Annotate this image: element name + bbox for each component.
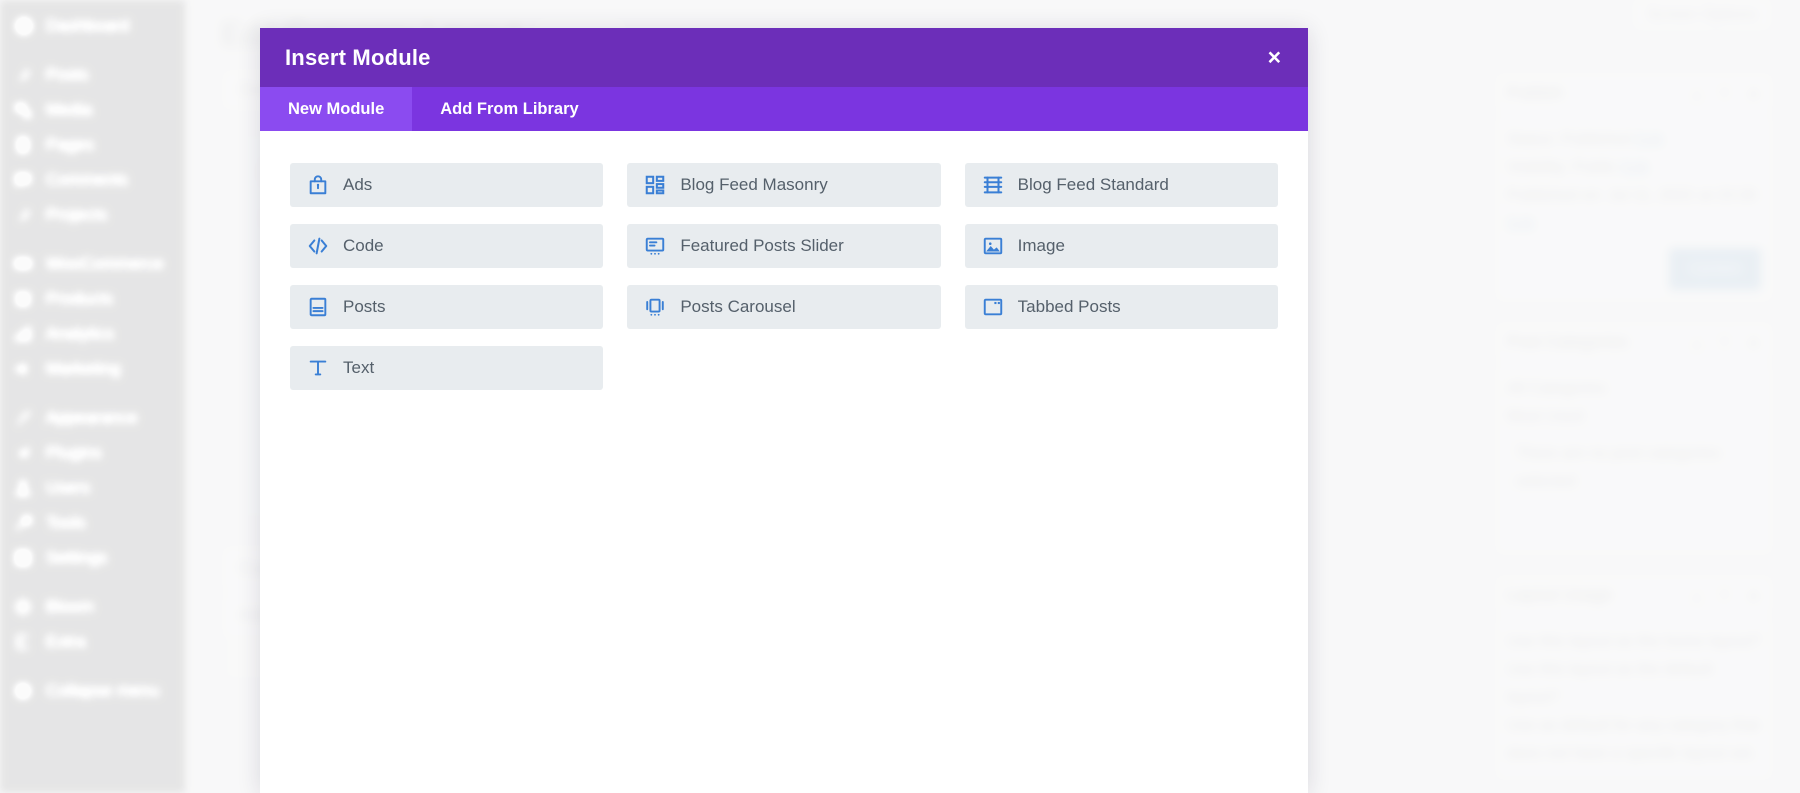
module-item-blog-feed-standard[interactable]: Blog Feed Standard <box>964 163 1278 207</box>
list-rows-icon <box>981 173 1005 197</box>
tab-add-from-library[interactable]: Add From Library <box>412 87 606 131</box>
document-lines-icon <box>306 295 330 319</box>
module-item-blog-feed-masonry[interactable]: Blog Feed Masonry <box>627 163 941 207</box>
code-brackets-icon <box>306 234 330 258</box>
module-item-ads[interactable]: Ads <box>290 163 604 207</box>
modal-header: Insert Module × <box>260 28 1308 87</box>
module-item-featured-posts-slider[interactable]: Featured Posts Slider <box>627 224 941 268</box>
module-grid: Ads Blog Feed Masonry Blog Feed Standard… <box>290 163 1278 390</box>
tab-new-module[interactable]: New Module <box>260 87 413 131</box>
carousel-icon <box>643 295 667 319</box>
module-item-image[interactable]: Image <box>964 224 1278 268</box>
module-label: Image <box>1017 236 1065 255</box>
modal-body: Ads Blog Feed Masonry Blog Feed Standard… <box>260 131 1308 793</box>
module-item-code[interactable]: Code <box>290 224 604 268</box>
module-label: Text <box>343 358 375 377</box>
module-label: Ads <box>343 175 373 194</box>
module-label: Posts <box>343 297 386 316</box>
slider-icon <box>643 234 667 258</box>
close-icon[interactable]: × <box>1266 42 1283 73</box>
tabbed-window-icon <box>981 295 1005 319</box>
module-item-posts-carousel[interactable]: Posts Carousel <box>627 285 941 329</box>
module-item-posts[interactable]: Posts <box>290 285 604 329</box>
masonry-grid-icon <box>643 173 667 197</box>
module-item-text[interactable]: Text <box>290 346 604 390</box>
module-label: Blog Feed Masonry <box>680 175 828 194</box>
module-label: Tabbed Posts <box>1017 297 1121 316</box>
module-item-tabbed-posts[interactable]: Tabbed Posts <box>964 285 1278 329</box>
image-icon <box>981 234 1005 258</box>
module-label: Code <box>343 236 384 255</box>
module-label: Featured Posts Slider <box>680 236 844 255</box>
module-label: Posts Carousel <box>680 297 796 316</box>
modal-title: Insert Module <box>285 44 431 70</box>
insert-module-modal: Insert Module × New Module Add From Libr… <box>260 28 1308 793</box>
shopping-bag-icon <box>306 173 330 197</box>
module-label: Blog Feed Standard <box>1017 175 1169 194</box>
modal-tabs: New Module Add From Library <box>260 87 1308 131</box>
text-t-icon <box>306 356 330 380</box>
